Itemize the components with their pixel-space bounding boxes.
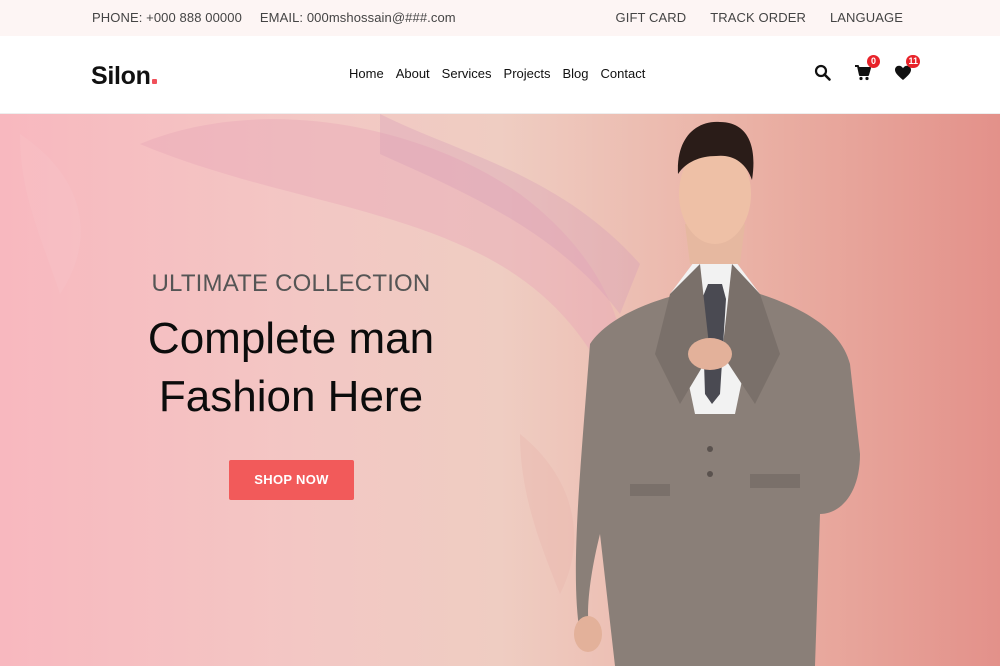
wishlist-count-badge: 11 [906, 55, 920, 68]
top-links: GIFT CARD TRACK ORDER LANGUAGE [616, 10, 903, 25]
logo-dot [151, 79, 157, 84]
nav-about[interactable]: About [396, 66, 430, 81]
hero-title-line-2: Fashion Here [158, 372, 424, 421]
main-header: Silon Home About Services Projects Blog … [0, 36, 1000, 114]
main-nav: Home About Services Projects Blog Contac… [349, 66, 645, 81]
wishlist-button[interactable]: 11 [894, 55, 920, 82]
site-logo[interactable]: Silon [91, 62, 157, 91]
search-icon [814, 64, 831, 81]
email-text: EMAIL: 000mshossain@###.com [259, 10, 456, 25]
top-bar: PHONE: +000 888 00000 EMAIL: 000mshossai… [0, 0, 1000, 36]
header-icons: 0 11 [814, 55, 920, 82]
gift-card-link[interactable]: GIFT CARD [616, 10, 687, 25]
nav-contact[interactable]: Contact [601, 66, 646, 81]
logo-text: Silon [91, 62, 151, 90]
language-link[interactable]: LANGUAGE [830, 10, 903, 25]
hero-banner: ULTIMATE COLLECTION Complete man Fashion… [0, 114, 1000, 666]
nav-home[interactable]: Home [349, 66, 384, 81]
hero-title: Complete man Fashion Here [0, 310, 582, 426]
phone-text: PHONE: +000 888 00000 [92, 10, 242, 25]
cart-count-badge: 0 [867, 55, 880, 68]
contact-info: PHONE: +000 888 00000 EMAIL: 000mshossai… [92, 10, 456, 25]
model-image [574, 121, 860, 666]
nav-blog[interactable]: Blog [563, 66, 589, 81]
nav-projects[interactable]: Projects [504, 66, 551, 81]
hero-subtitle: ULTIMATE COLLECTION [151, 270, 431, 297]
nav-services[interactable]: Services [442, 66, 492, 81]
search-button[interactable] [814, 64, 832, 82]
track-order-link[interactable]: TRACK ORDER [710, 10, 806, 25]
hero-title-line-1: Complete man [147, 314, 435, 363]
shop-now-button[interactable]: SHOP NOW [229, 460, 354, 500]
cart-button[interactable]: 0 [854, 55, 880, 82]
